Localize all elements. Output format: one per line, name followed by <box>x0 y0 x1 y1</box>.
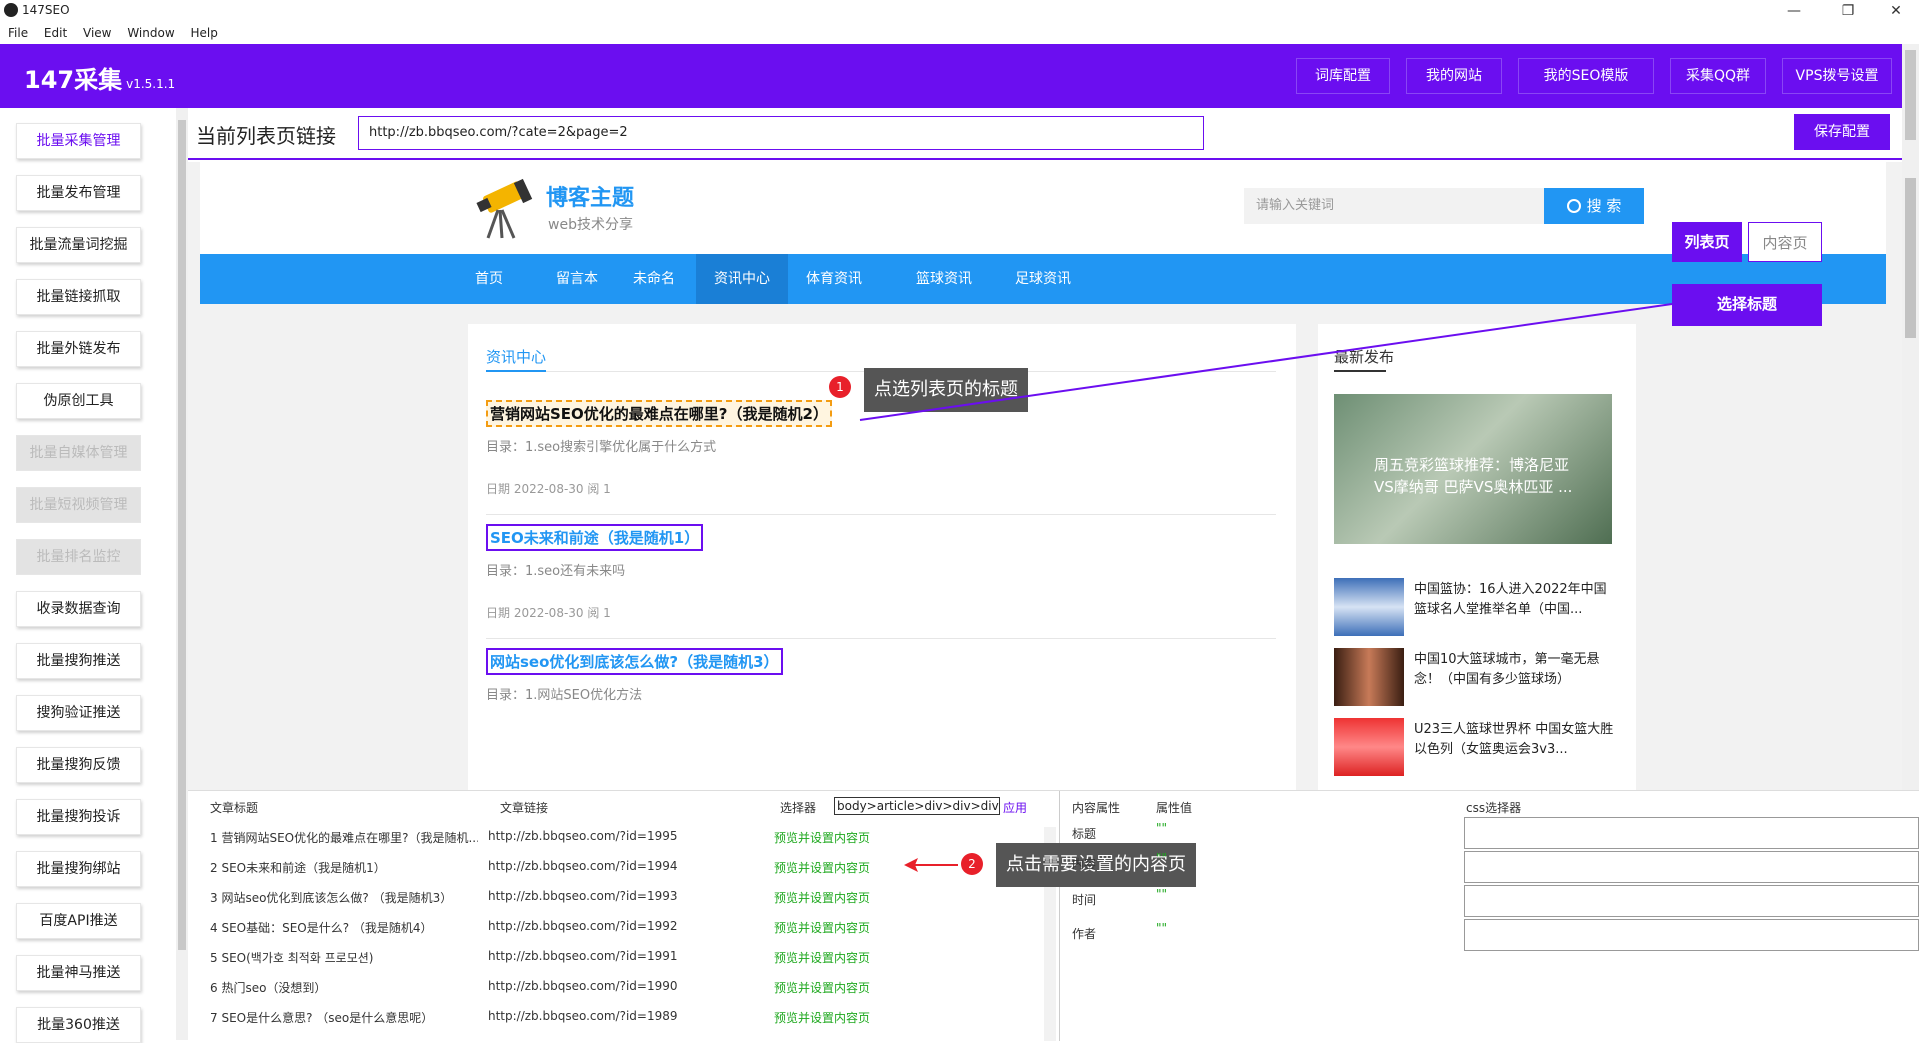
table-row-link: http://zb.bbqseo.com/?id=1990 <box>488 979 678 993</box>
col-header-selector: 选择器 <box>780 801 817 815</box>
sidebar-item-sogou-bind[interactable]: 批量搜狗绑站 <box>16 851 141 887</box>
app-name: 147采集 <box>24 66 123 94</box>
qq-group-button[interactable]: 采集QQ群 <box>1670 58 1766 94</box>
app-icon <box>4 3 18 17</box>
table-row-action[interactable]: 预览并设置内容页 <box>774 889 870 906</box>
callout-badge-2: 2 <box>961 853 983 875</box>
table-row-action[interactable]: 预览并设置内容页 <box>774 829 870 846</box>
sidebar-scrollbar[interactable] <box>176 108 188 1040</box>
main-scrollbar-thumb[interactable] <box>1905 50 1916 140</box>
sidebar-item-sogou-verify-push[interactable]: 搜狗验证推送 <box>16 695 141 731</box>
sidebar-item-sogou-push[interactable]: 批量搜狗推送 <box>16 643 141 679</box>
attr-prop-time: 时间 <box>1072 893 1097 907</box>
lexicon-config-button[interactable]: 词库配置 <box>1296 58 1390 94</box>
sidebar-item-media-manage[interactable]: 批量自媒体管理 <box>16 435 141 471</box>
panel-divider <box>1059 791 1060 1041</box>
table-row-title: 3 网站seo优化到底该怎么做? （我是随机3） <box>210 891 453 905</box>
table-row-link: http://zb.bbqseo.com/?id=1992 <box>488 919 678 933</box>
vps-settings-button[interactable]: VPS拨号设置 <box>1782 58 1892 94</box>
sidebar-item-keyword-mining[interactable]: 批量流量词挖掘 <box>16 227 141 263</box>
selector-input[interactable]: body>article>div>div>div>ul <box>834 797 1000 815</box>
attr-prop-content: 内容 <box>1072 857 1097 871</box>
sidebar-item-sogou-feedback[interactable]: 批量搜狗反馈 <box>16 747 141 783</box>
attr-prop-author: 作者 <box>1072 927 1097 941</box>
attr-value-time: "" <box>1156 887 1168 901</box>
table-row-link: http://zb.bbqseo.com/?id=1993 <box>488 889 678 903</box>
sidebar-item-rank-monitor[interactable]: 批量排名监控 <box>16 539 141 575</box>
menu-view[interactable]: View <box>83 22 111 44</box>
sidebar-item-backlink-publish[interactable]: 批量外链发布 <box>16 331 141 367</box>
app-header: 147采集 v1.5.1.1 词库配置 我的网站 我的SEO模版 采集QQ群 VP… <box>0 44 1902 108</box>
sidebar-item-batch-publish[interactable]: 批量发布管理 <box>16 175 141 211</box>
sidebar-item-sogou-complaint[interactable]: 批量搜狗投诉 <box>16 799 141 835</box>
attr-value-author: "" <box>1156 921 1168 935</box>
sidebar-item-pseudo-original[interactable]: 伪原创工具 <box>16 383 141 419</box>
site-preview: 博客主题 web技术分享 请输入关键词 搜 索 首页 留言本 未命名 资讯中心 … <box>188 162 1902 790</box>
col-header-title: 文章标题 <box>210 801 259 815</box>
menu-window[interactable]: Window <box>127 22 174 44</box>
my-sites-button[interactable]: 我的网站 <box>1406 58 1502 94</box>
table-row-action[interactable]: 预览并设置内容页 <box>774 979 870 996</box>
attr-header-css: css选择器 <box>1466 801 1522 815</box>
attr-value-content: "" <box>1156 851 1168 865</box>
table-row-action[interactable]: 预览并设置内容页 <box>774 859 870 876</box>
sidebar-item-video-manage[interactable]: 批量短视频管理 <box>16 487 141 523</box>
window-titlebar: 147SEO — ❐ ✕ <box>0 0 1919 22</box>
table-row-title: 5 SEO(백가호 최적화 프로모션) <box>210 951 374 965</box>
css-selector-title-input[interactable] <box>1464 817 1919 849</box>
preview-scrollbar-thumb[interactable] <box>1905 178 1916 338</box>
table-row-title: 4 SEO基础：SEO是什么? （我是随机4） <box>210 921 433 935</box>
pointer-line <box>859 303 1673 421</box>
sidebar: 批量采集管理 批量发布管理 批量流量词挖掘 批量链接抓取 批量外链发布 伪原创工… <box>0 108 178 1043</box>
list-url-input[interactable]: http://zb.bbqseo.com/?cate=2&page=2 <box>358 116 1204 150</box>
app-logo: 147采集 v1.5.1.1 <box>24 60 175 95</box>
menu-help[interactable]: Help <box>190 22 217 44</box>
table-row-link: http://zb.bbqseo.com/?id=1994 <box>488 859 678 873</box>
table-row-action[interactable]: 预览并设置内容页 <box>774 949 870 966</box>
table-row-link: http://zb.bbqseo.com/?id=1989 <box>488 1009 678 1023</box>
url-label: 当前列表页链接 <box>196 124 336 148</box>
minimize-button[interactable]: — <box>1771 0 1817 22</box>
attr-value-title: "" <box>1156 821 1168 835</box>
close-button[interactable]: ✕ <box>1873 0 1919 22</box>
table-row-action[interactable]: 预览并设置内容页 <box>774 919 870 936</box>
col-header-link: 文章链接 <box>500 801 549 815</box>
apply-link[interactable]: 应用 <box>1003 799 1027 816</box>
menu-bar: File Edit View Window Help <box>0 22 1919 44</box>
window-title: 147SEO <box>22 3 70 17</box>
css-selector-author-input[interactable] <box>1464 919 1919 951</box>
table-row-title: 6 热门seo（没想到） <box>210 981 327 995</box>
maximize-button[interactable]: ❐ <box>1825 0 1871 22</box>
url-row: 当前列表页链接 http://zb.bbqseo.com/?cate=2&pag… <box>188 108 1902 160</box>
table-row-title: 7 SEO是什么意思? （seo是什么意思呢） <box>210 1011 434 1025</box>
menu-edit[interactable]: Edit <box>44 22 67 44</box>
sidebar-item-360-push[interactable]: 批量360推送 <box>16 1007 141 1043</box>
table-row-title: 2 SEO未来和前途（我是随机1） <box>210 861 386 875</box>
css-selector-time-input[interactable] <box>1464 885 1919 917</box>
menu-file[interactable]: File <box>8 22 28 44</box>
preview-scrollbar[interactable] <box>1902 162 1919 790</box>
sidebar-item-batch-collect[interactable]: 批量采集管理 <box>16 123 141 159</box>
sidebar-item-link-crawl[interactable]: 批量链接抓取 <box>16 279 141 315</box>
bottom-panel: 文章标题 文章链接 选择器 body>article>div>div>div>u… <box>188 790 1919 1041</box>
table-row-action[interactable]: 预览并设置内容页 <box>774 1009 870 1026</box>
table-row-title: 1 营销网站SEO优化的最难点在哪里?（我是随机... <box>210 831 478 845</box>
save-config-button[interactable]: 保存配置 <box>1794 114 1890 150</box>
sidebar-item-shenma-push[interactable]: 批量神马推送 <box>16 955 141 991</box>
table-row-link: http://zb.bbqseo.com/?id=1991 <box>488 949 678 963</box>
attr-header-value: 属性值 <box>1156 801 1193 815</box>
arrow-left-icon <box>904 858 958 872</box>
sidebar-item-baidu-api[interactable]: 百度API推送 <box>16 903 141 939</box>
app-version: v1.5.1.1 <box>126 77 176 91</box>
table-row-link: http://zb.bbqseo.com/?id=1995 <box>488 829 678 843</box>
attr-prop-title: 标题 <box>1072 827 1097 841</box>
attr-header-prop: 内容属性 <box>1072 801 1121 815</box>
sidebar-scrollbar-thumb[interactable] <box>178 120 186 950</box>
sidebar-item-index-query[interactable]: 收录数据查询 <box>16 591 141 627</box>
seo-templates-button[interactable]: 我的SEO模版 <box>1518 58 1654 94</box>
css-selector-content-input[interactable] <box>1464 851 1919 883</box>
